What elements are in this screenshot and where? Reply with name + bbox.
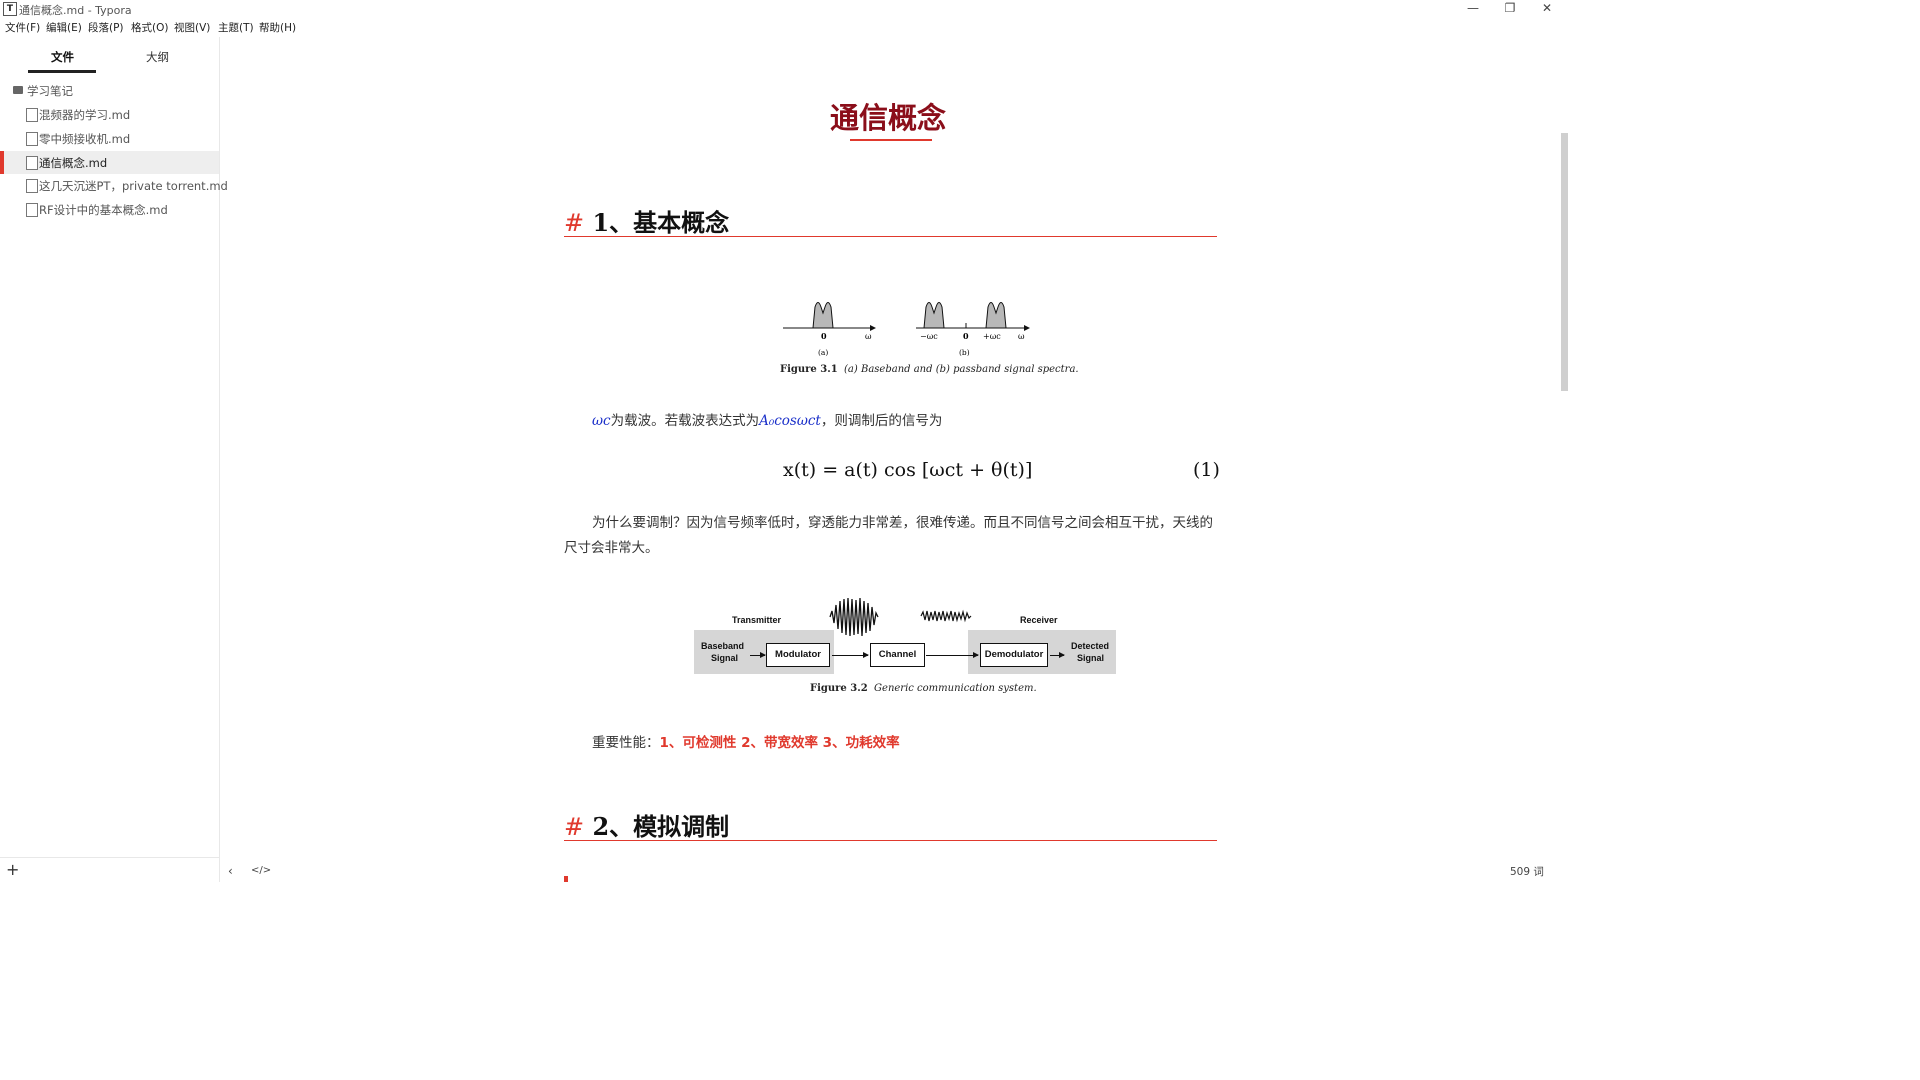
received-wave-graphic <box>920 609 972 623</box>
minimize-button[interactable]: — <box>1463 1 1483 15</box>
arrow-channel-demodulator <box>926 652 979 658</box>
tick-zero-a: 0 <box>821 331 827 341</box>
math-equation: x(t) = a(t) cos [ωct + θ(t)] <box>783 459 1033 481</box>
file-label: RF设计中的基本概念.md <box>39 203 168 217</box>
baseband-label-1: Baseband <box>701 641 745 651</box>
editor-area[interactable]: 通信概念 # 1、基本概念 0 ω −ωc 0 +ωc ω (a) (b) Fi… <box>220 37 1560 882</box>
source-mode-button[interactable]: </> <box>251 865 271 876</box>
baseband-label-2: Signal <box>711 653 739 663</box>
heading-rule <box>564 236 1217 237</box>
performance-items: 1、可检测性 2、带宽效率 3、功耗效率 <box>659 735 900 751</box>
title-underline <box>850 139 932 141</box>
menu-edit[interactable]: 编辑(E) <box>46 20 82 35</box>
channel-block: Channel <box>870 643 925 667</box>
caption-text: (a) Baseband and (b) passband signal spe… <box>844 364 1079 375</box>
heading-hash: # <box>564 209 585 237</box>
sidebar-footer: + <box>0 857 219 883</box>
caption-figure-number: Figure 3.2 <box>810 683 868 694</box>
caption-figure-number: Figure 3.1 <box>780 364 838 375</box>
figure-3-1-caption: Figure 3.1 (a) Baseband and (b) passband… <box>780 364 1079 375</box>
file-item[interactable]: 这几天沉迷PT，private torrent.md <box>0 174 228 197</box>
omega-axis-b: ω <box>1018 332 1025 341</box>
active-file-marker <box>0 151 4 174</box>
file-label: 通信概念.md <box>39 156 108 170</box>
sidebar: 文件 大纲 学习笔记 混频器的学习.md 零中频接收机.md 通信概念.md 这… <box>0 37 228 883</box>
menu-paragraph[interactable]: 段落(P) <box>88 20 124 35</box>
arrow-baseband-modulator <box>750 652 766 658</box>
folder-item[interactable]: 学习笔记 <box>0 79 219 102</box>
file-icon <box>26 179 38 193</box>
menu-help[interactable]: 帮助(H) <box>259 20 296 35</box>
file-icon <box>26 156 38 170</box>
file-label: 混频器的学习.md <box>39 108 131 122</box>
heading-hash: # <box>564 813 585 841</box>
word-count[interactable]: 509 词 <box>1510 864 1544 879</box>
add-file-button[interactable]: + <box>6 860 19 879</box>
subheading-marker <box>564 876 568 882</box>
omega-axis-a: ω <box>865 332 872 341</box>
paragraph-carrier: ωc为载波。若载波表达式为A₀cosωct，则调制后的信号为 <box>564 409 1217 434</box>
paragraph-performance: 重要性能：1、可检测性 2、带宽效率 3、功耗效率 <box>564 731 1217 756</box>
typora-app-icon: T <box>3 2 17 16</box>
menu-view[interactable]: 视图(V) <box>174 20 210 35</box>
title-bar: T 通信概念.md - Typora — ❐ ✕ <box>0 0 1568 18</box>
inline-math-wc: ωc <box>592 413 611 429</box>
text: 为载波。若载波表达式为 <box>610 413 760 429</box>
text: ，则调制后的信号为 <box>820 413 943 429</box>
scrollbar-thumb[interactable] <box>1561 133 1568 391</box>
transmitter-label: Transmitter <box>732 615 782 625</box>
caption-text: Generic communication system. <box>874 683 1037 694</box>
file-item[interactable]: 混频器的学习.md <box>0 103 219 126</box>
window-title: 通信概念.md - Typora <box>19 4 132 17</box>
file-icon <box>26 203 38 217</box>
modulator-block: Modulator <box>766 643 830 667</box>
figure-3-2-caption: Figure 3.2 Generic communication system. <box>810 683 1037 694</box>
detected-label-1: Detected <box>1071 641 1110 651</box>
heading-rule <box>564 840 1217 841</box>
receiver-label: Receiver <box>1020 615 1058 625</box>
collapse-sidebar-button[interactable]: ‹ <box>228 864 233 878</box>
file-icon <box>26 132 38 146</box>
equation-number: (1) <box>1193 459 1220 481</box>
label-b: (b) <box>959 348 970 357</box>
arrow-modulator-channel <box>832 652 869 658</box>
spectrum-figure: 0 ω −ωc 0 +ωc ω (a) (b) <box>783 302 1030 357</box>
performance-label: 重要性能： <box>592 735 660 751</box>
active-tab-indicator <box>28 70 96 73</box>
file-item[interactable]: 零中频接收机.md <box>0 127 219 150</box>
document-title: 通信概念 <box>830 101 947 135</box>
paragraph-why-modulate: 为什么要调制？因为信号频率低时，穿透能力非常差，很难传递。而且不同信号之间会相互… <box>564 515 1213 556</box>
file-label: 零中频接收机.md <box>39 132 131 146</box>
heading-text: 2、模拟调制 <box>592 812 730 841</box>
tick-zero-b: 0 <box>963 331 969 341</box>
demodulator-block: Demodulator <box>980 643 1048 667</box>
folder-label: 学习笔记 <box>27 84 73 98</box>
detected-label-2: Signal <box>1077 653 1105 663</box>
close-button[interactable]: ✕ <box>1537 1 1557 15</box>
file-item[interactable]: RF设计中的基本概念.md <box>0 198 219 221</box>
restore-button[interactable]: ❐ <box>1500 1 1520 15</box>
tab-outline[interactable]: 大纲 <box>146 49 169 65</box>
tick-pos-wc: +ωc <box>983 332 1001 341</box>
arrow-demodulator-output <box>1050 652 1065 658</box>
file-item-active[interactable]: 通信概念.md <box>0 151 219 174</box>
menu-theme[interactable]: 主题(T) <box>218 20 254 35</box>
menu-format[interactable]: 格式(O) <box>131 20 168 35</box>
tab-files[interactable]: 文件 <box>51 49 74 65</box>
folder-icon <box>13 86 23 94</box>
heading-2: # 2、模拟调制 <box>564 807 729 842</box>
inline-math-carrier: A₀cosωct <box>759 413 821 429</box>
heading-text: 1、基本概念 <box>592 208 730 237</box>
tick-neg-wc: −ωc <box>920 332 938 341</box>
file-icon <box>26 108 38 122</box>
heading-1: # 1、基本概念 <box>564 203 729 238</box>
label-a: (a) <box>818 348 828 357</box>
menu-file[interactable]: 文件(F) <box>5 20 40 35</box>
modulated-wave-graphic <box>829 597 879 637</box>
file-label: 这几天沉迷PT，private torrent.md <box>39 179 228 193</box>
